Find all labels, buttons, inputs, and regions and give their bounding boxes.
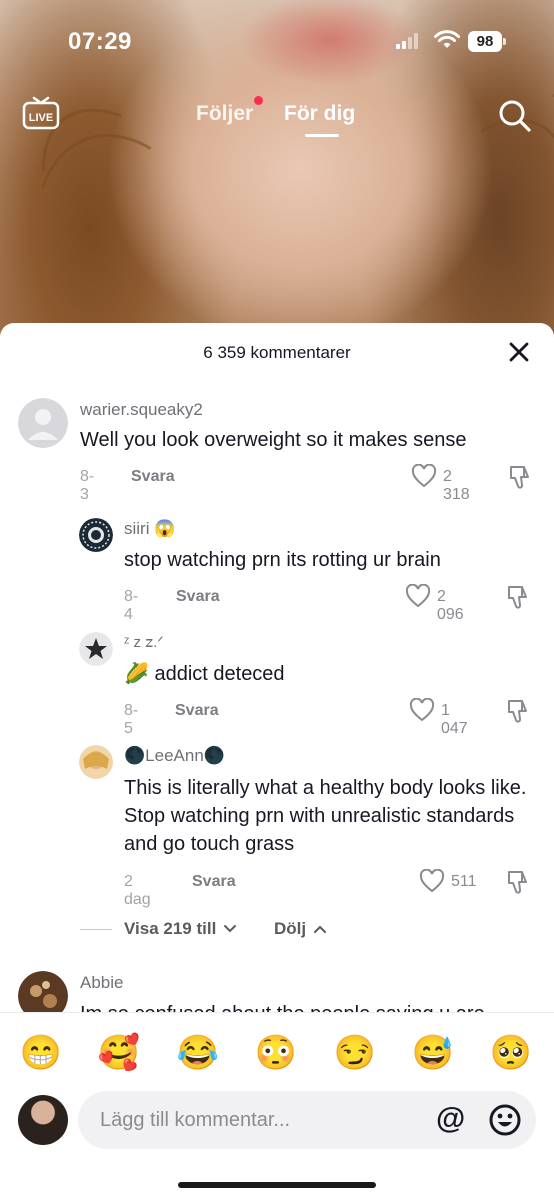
emoji-quick-bar: 😁 🥰 😂 😳 😏 😅 🥺 (0, 1031, 554, 1075)
comment-date: 2 dag (124, 873, 151, 908)
following-notification-dot (254, 96, 263, 105)
avatar[interactable] (18, 398, 68, 448)
heart-icon[interactable] (411, 464, 437, 488)
comment-username[interactable]: ᶻ z 𝗓.ᐟ (124, 633, 164, 651)
close-icon[interactable] (508, 341, 530, 363)
comment-text: Well you look overweight so it makes sen… (80, 429, 467, 451)
emoji-flushed-button[interactable]: 😳 (253, 1031, 299, 1075)
emoji-picker-icon[interactable] (488, 1103, 522, 1137)
emoji-sweat-smile-button[interactable]: 😅 (410, 1031, 456, 1075)
chevron-up-icon (313, 925, 326, 933)
heart-icon[interactable] (409, 698, 435, 722)
live-icon[interactable]: LIVE (22, 96, 60, 130)
emoji-pleading-button[interactable]: 🥺 (488, 1031, 534, 1075)
like-count: 1 047 (441, 702, 468, 737)
view-more-label: Visa 219 till (124, 919, 217, 938)
battery-level: 98 (468, 31, 502, 52)
hide-replies-button[interactable]: Dölj (274, 919, 327, 939)
comment-input-placeholder: Lägg till kommentar... (100, 1109, 291, 1131)
reply-button[interactable]: Svara (131, 468, 175, 486)
comment-input[interactable]: Lägg till kommentar... @ (78, 1091, 536, 1149)
emoji-grin-button[interactable]: 😁 (18, 1031, 64, 1075)
comment-username[interactable]: Abbie (80, 973, 123, 993)
mention-icon[interactable]: @ (436, 1102, 465, 1136)
comment-username[interactable]: 🌑LeeAnn🌑 (124, 746, 225, 766)
reply-button[interactable]: Svara (175, 702, 219, 720)
status-bar: 07:29 98 (0, 0, 554, 80)
emoji-joy-button[interactable]: 😂 (175, 1031, 221, 1075)
comment-username[interactable]: warier.squeaky2 (80, 400, 203, 420)
avatar[interactable] (79, 745, 113, 779)
tab-following[interactable]: Följer (196, 102, 253, 126)
avatar[interactable] (79, 632, 113, 666)
active-tab-indicator (305, 134, 339, 137)
reply-button[interactable]: Svara (176, 588, 220, 606)
like-count: 2 096 (437, 588, 464, 623)
dislike-icon[interactable] (505, 698, 531, 724)
replies-divider (80, 929, 112, 930)
cellular-signal-icon (396, 33, 422, 49)
dislike-icon[interactable] (505, 869, 531, 895)
comment-composer: 😁 🥰 😂 😳 😏 😅 🥺 Lägg till kommentar... @ (0, 1012, 554, 1200)
avatar[interactable] (79, 518, 113, 552)
home-indicator (178, 1182, 376, 1188)
comment-text: stop watching prn its rotting ur brain (124, 549, 441, 571)
reply-button[interactable]: Svara (192, 873, 236, 891)
comment-count: 6 359 kommentarer (203, 343, 351, 362)
comment-text: 🌽 addict deteced (124, 663, 285, 685)
search-icon[interactable] (498, 99, 532, 133)
view-more-replies-button[interactable]: Visa 219 till (124, 919, 237, 939)
dislike-icon[interactable] (507, 464, 533, 490)
emoji-smirk-button[interactable]: 😏 (332, 1031, 378, 1075)
tab-for-you[interactable]: För dig (284, 102, 355, 126)
like-count: 2 318 (443, 468, 470, 503)
hide-label: Dölj (274, 919, 307, 938)
comment-date: 8-4 (124, 588, 139, 623)
status-time: 07:29 (68, 28, 132, 55)
heart-icon[interactable] (419, 869, 445, 893)
comment-date: 8-3 (80, 468, 95, 503)
wifi-icon (434, 30, 460, 48)
comment-date: 8-5 (124, 702, 139, 737)
heart-icon[interactable] (405, 584, 431, 608)
my-avatar (18, 1095, 68, 1145)
comment-text: This is literally what a healthy body lo… (124, 777, 527, 855)
svg-text:LIVE: LIVE (29, 112, 53, 124)
battery-icon: 98 (468, 31, 506, 52)
like-count: 511 (451, 873, 477, 890)
emoji-hearts-button[interactable]: 🥰 (96, 1031, 142, 1075)
comment-username[interactable]: siiri 😱 (124, 519, 175, 539)
dislike-icon[interactable] (505, 584, 531, 610)
chevron-down-icon (224, 925, 237, 933)
